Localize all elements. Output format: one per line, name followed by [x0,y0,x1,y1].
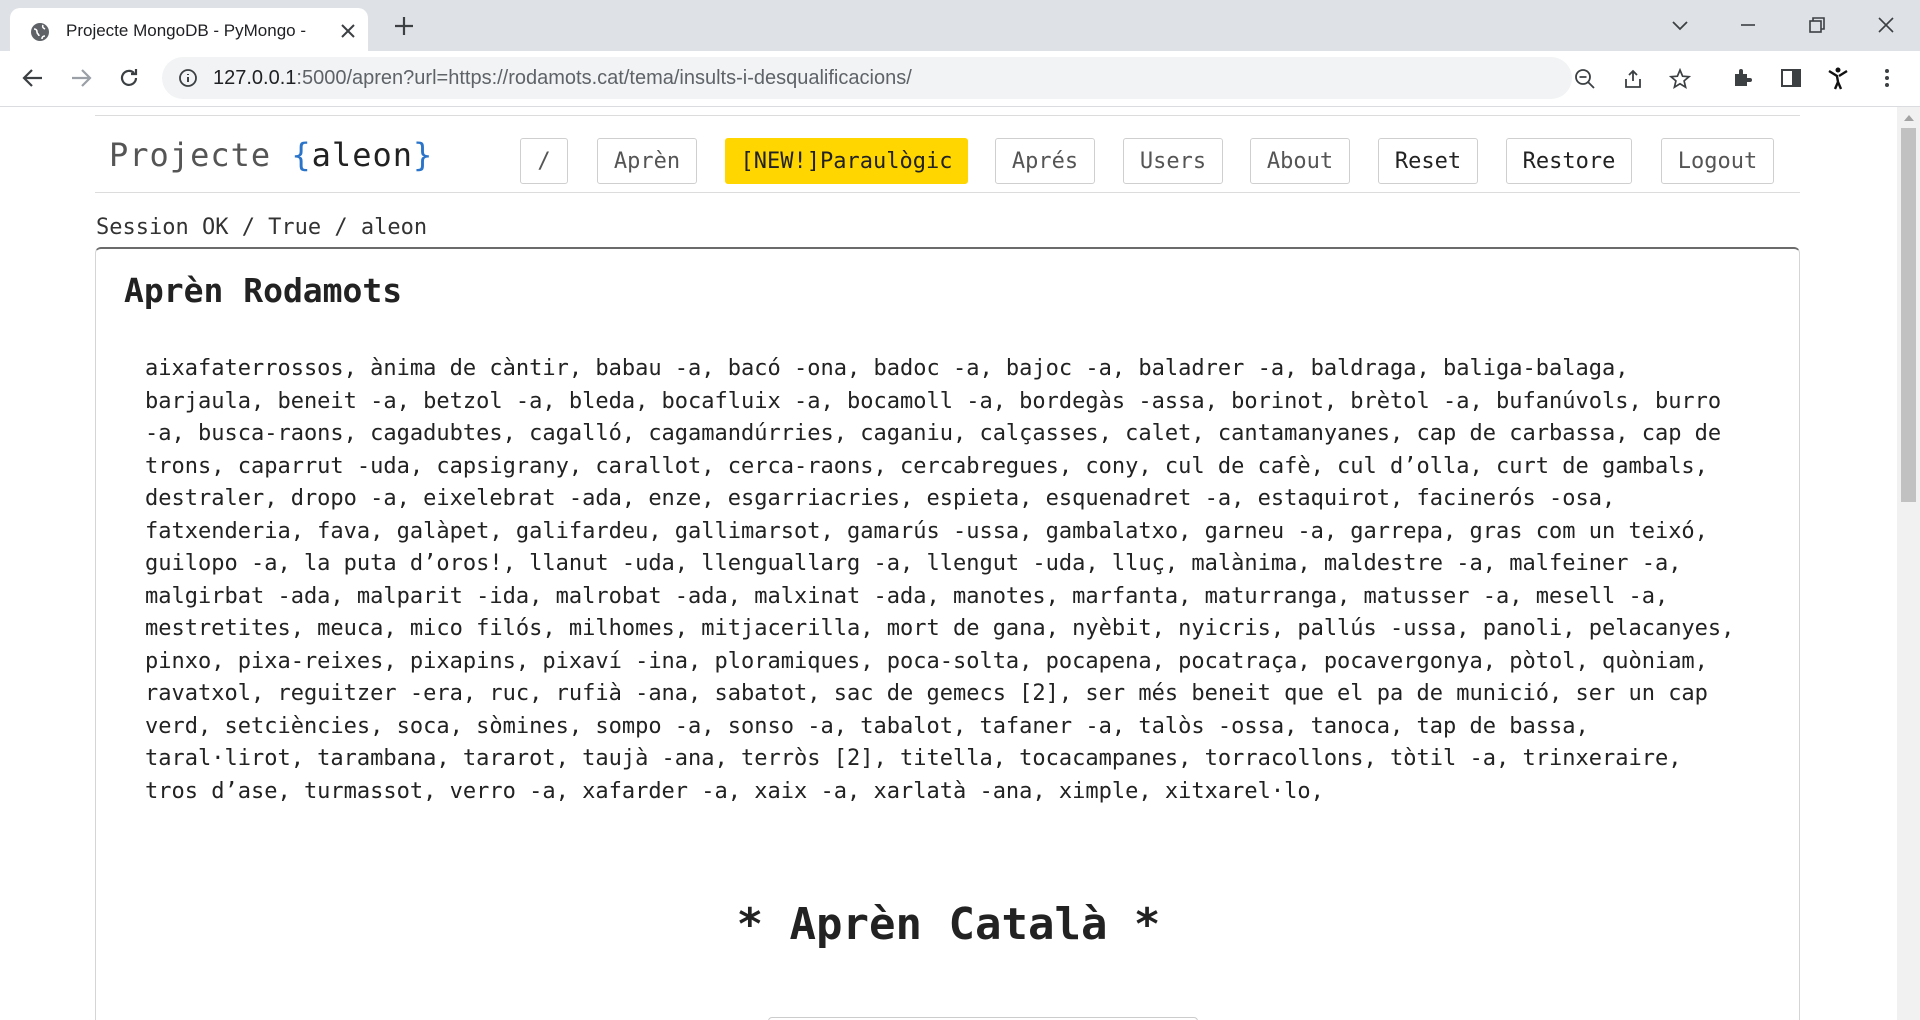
nav-about-button[interactable]: About [1250,138,1350,184]
browser-tabstrip: Projecte MongoDB - PyMongo - [0,0,1920,51]
close-window-icon[interactable] [1874,13,1898,37]
bookmark-star-icon[interactable] [1669,68,1691,90]
back-arrow-icon[interactable] [20,65,46,91]
globe-icon [31,23,49,41]
address-bar[interactable]: 127.0.0.1:5000/apren?url=https://rodamot… [162,57,1691,99]
new-tab-icon[interactable] [392,14,416,38]
nav-restore-button[interactable]: Restore [1506,138,1632,184]
big-title: * Aprèn Català * [736,899,1161,950]
url-text: 127.0.0.1:5000/apren?url=https://rodamot… [213,67,912,90]
scrollbar-thumb[interactable] [1901,128,1916,502]
side-panel-icon[interactable] [1778,65,1804,91]
site-brand[interactable]: Projecte {aleon} [109,136,433,174]
brand-user: aleon [311,136,413,174]
forward-arrow-icon[interactable] [68,65,94,91]
word-list: aixafaterrossos, ànima de càntir, babau … [145,356,1735,804]
restore-window-icon[interactable] [1805,13,1829,37]
brand-close-brace: } [412,136,434,174]
url-host: 127.0.0.1 [213,67,297,89]
nav-paraulogic-button[interactable]: [NEW!]Paraulògic [725,138,968,184]
tab-search-icon[interactable] [1668,13,1692,37]
card-heading: Aprèn Rodamots [124,271,403,310]
zoom-out-icon[interactable] [1574,68,1596,90]
more-menu-icon[interactable] [1874,65,1900,91]
page-viewport: Projecte {aleon} / Aprèn [NEW!]Paraulògi… [0,107,1897,1020]
nav-reset-button[interactable]: Reset [1378,138,1478,184]
url-path: :5000/apren?url=https://rodamots.cat/tem… [296,67,912,89]
share-icon[interactable] [1622,68,1644,90]
session-status: Session OK / True / aleon [96,215,428,240]
tab-title: Projecte MongoDB - PyMongo - [66,21,306,40]
close-tab-icon[interactable] [338,21,358,41]
minimize-icon[interactable] [1736,13,1760,37]
content-card: Aprèn Rodamots aixafaterrossos, ànima de… [95,247,1800,1020]
nav-logout-button[interactable]: Logout [1661,138,1774,184]
site-info-icon[interactable] [178,68,198,88]
extensions-puzzle-icon[interactable] [1730,65,1756,91]
nav-users-button[interactable]: Users [1123,138,1223,184]
nav-apren-button[interactable]: Aprèn [597,138,697,184]
brand-prefix: Projecte [109,136,292,174]
profile-avatar-icon[interactable] [1825,65,1851,91]
nav-apres-button[interactable]: Aprés [995,138,1095,184]
browser-toolbar: 127.0.0.1:5000/apren?url=https://rodamot… [0,51,1920,107]
nav-root-button[interactable]: / [520,138,568,184]
page-scrollbar[interactable] [1897,107,1920,1020]
scroll-up-arrow-icon[interactable] [1904,115,1914,121]
site-navbar: Projecte {aleon} / Aprèn [NEW!]Paraulògi… [95,115,1800,193]
browser-tab[interactable]: Projecte MongoDB - PyMongo - [10,8,368,51]
brand-open-brace: { [291,136,312,174]
reload-icon[interactable] [116,65,142,91]
